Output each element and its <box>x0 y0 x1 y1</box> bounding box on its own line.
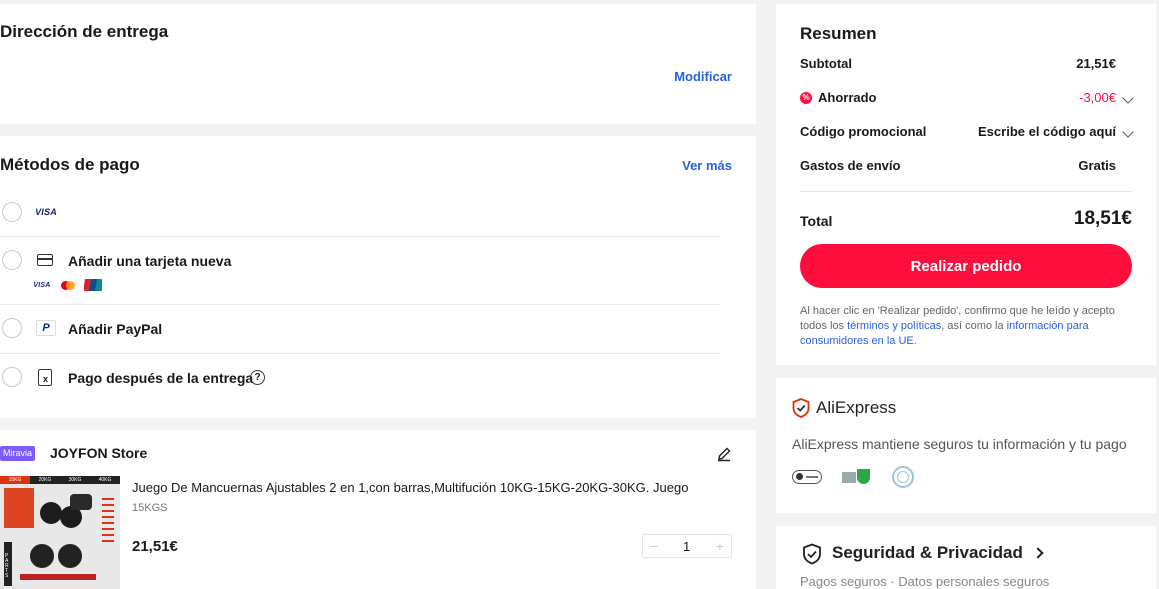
disclaimer-text-3: . <box>913 335 917 347</box>
total-label: Total <box>800 213 833 229</box>
saved-row[interactable]: % Ahorrado -3,00€ <box>800 90 1134 110</box>
total-value: 18,51€ <box>1073 208 1132 229</box>
product-variant: 15KGS <box>132 502 168 514</box>
saved-label: Ahorrado <box>818 90 877 105</box>
saved-chevron-down-icon[interactable] <box>1122 92 1134 104</box>
shipping-value: Gratis <box>1078 158 1116 173</box>
invoice-icon: x <box>38 369 52 386</box>
security-badge-1-icon <box>792 470 822 484</box>
quantity-value[interactable]: 1 <box>683 539 690 554</box>
promo-chevron-down-icon[interactable] <box>1122 126 1134 138</box>
security-badge-2-icon <box>842 469 872 485</box>
payment-option-pay-after-delivery[interactable]: x Pago después de la entrega ? <box>0 361 720 401</box>
image-label-3: 30KG <box>60 476 90 484</box>
subtotal-label: Subtotal <box>800 56 852 71</box>
store-name[interactable]: JOYFON Store <box>50 445 147 461</box>
see-more-link[interactable]: Ver más <box>682 158 732 173</box>
discount-icon: % <box>800 92 812 104</box>
payment-title: Métodos de pago <box>0 155 140 174</box>
image-side-text: PARTS <box>5 553 9 579</box>
total-row: Total 18,51€ <box>800 208 1132 234</box>
paypal-icon: P <box>36 320 56 336</box>
divider <box>0 236 720 237</box>
store-card: Miravia JOYFON Store 15KG 20KG 30KG 40KG… <box>0 430 756 589</box>
edit-pencil-icon[interactable] <box>716 446 732 462</box>
divider <box>0 353 720 354</box>
disclaimer-text-2: , así como la <box>941 320 1007 332</box>
place-order-button[interactable]: Realizar pedido <box>800 244 1132 288</box>
trust-text: AliExpress mantiene seguros tu informaci… <box>792 436 1127 452</box>
pay-after-label: Pago después de la entrega <box>68 370 254 386</box>
paypal-radio[interactable] <box>2 318 22 338</box>
delivery-address-card: Dirección de entrega Modificar <box>0 4 756 124</box>
summary-title: Resumen <box>800 24 877 43</box>
image-label-2: 20KG <box>30 476 60 484</box>
subtotal-row: Subtotal 21,51€ <box>800 56 1132 76</box>
subtotal-value: 21,51€ <box>1076 56 1116 71</box>
plus-icon[interactable]: + <box>716 538 724 554</box>
trust-card: AliExpress AliExpress mantiene seguros t… <box>776 378 1156 513</box>
shipping-row: Gastos de envío Gratis <box>800 158 1132 178</box>
delivery-title: Dirección de entrega <box>0 22 169 41</box>
promo-row[interactable]: Código promocional Escribe el código aqu… <box>800 124 1134 144</box>
security-title: Seguridad & Privacidad <box>832 543 1023 562</box>
payment-option-visa[interactable]: VISA <box>0 198 720 236</box>
promo-label: Código promocional <box>800 124 927 139</box>
add-paypal-label: Añadir PayPal <box>68 321 163 337</box>
image-label-4: 40KG <box>90 476 120 484</box>
modify-address-link[interactable]: Modificar <box>674 69 732 84</box>
image-label-1: 15KG <box>0 476 30 484</box>
add-card-label: Añadir una tarjeta nueva <box>68 253 232 269</box>
miravia-badge: Miravia <box>0 446 36 461</box>
visa-logo-icon: VISA <box>35 207 57 217</box>
add-card-radio[interactable] <box>2 250 22 270</box>
payment-option-paypal[interactable]: P Añadir PayPal <box>0 312 720 352</box>
shield-icon <box>802 543 822 565</box>
shield-check-icon <box>792 398 810 418</box>
divider <box>800 191 1132 192</box>
divider <box>0 304 720 305</box>
product-title[interactable]: Juego De Mancuernas Ajustables 2 en 1,co… <box>132 480 732 495</box>
visa-small-logo-icon: VISA <box>33 281 51 289</box>
mastercard-logo-icon <box>60 279 76 291</box>
minus-icon[interactable]: − <box>650 538 658 554</box>
visa-radio[interactable] <box>2 202 22 222</box>
security-subtitle: Pagos seguros · Datos personales seguros <box>800 574 1050 589</box>
promo-input[interactable]: Escribe el código aquí <box>978 124 1116 139</box>
payment-methods-card: Métodos de pago Ver más VISA Añadir una … <box>0 136 756 418</box>
security-badge-3-icon <box>892 466 914 488</box>
chevron-right-icon[interactable] <box>1032 547 1044 559</box>
saved-value: -3,00€ <box>1079 90 1116 105</box>
summary-card: Resumen Subtotal 21,51€ % Ahorrado -3,00… <box>776 4 1156 365</box>
aliexpress-brand: AliExpress <box>816 398 897 417</box>
help-icon[interactable]: ? <box>250 370 265 385</box>
pay-after-radio[interactable] <box>2 367 22 387</box>
shipping-label: Gastos de envío <box>800 158 901 173</box>
security-privacy-card[interactable]: Seguridad & Privacidad Pagos seguros · D… <box>776 526 1156 589</box>
order-disclaimer: Al hacer clic en 'Realizar pedido', conf… <box>800 304 1134 349</box>
unionpay-logo-icon <box>84 279 102 291</box>
product-image[interactable]: 15KG 20KG 30KG 40KG PARTS <box>0 476 120 589</box>
quantity-stepper[interactable]: − 1 + <box>642 534 732 558</box>
payment-option-add-card[interactable]: Añadir una tarjeta nueva VISA <box>0 244 720 304</box>
credit-card-icon <box>37 254 53 266</box>
terms-link[interactable]: términos y políticas <box>847 320 941 332</box>
product-price: 21,51€ <box>132 538 178 555</box>
